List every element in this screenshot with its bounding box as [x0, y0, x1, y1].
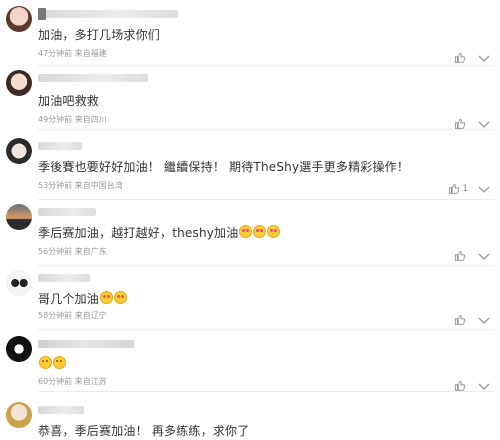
thumbs-up-icon — [454, 380, 465, 391]
comment-meta: 49分钟前 来自四川 — [38, 114, 107, 125]
comment-time: 58分钟前 — [38, 311, 73, 320]
comment-item: 恭喜，季后赛加油！ 再多练练，求你了 — [0, 402, 500, 440]
avatar[interactable] — [6, 138, 32, 164]
comment-meta: 53分钟前 来自中国台湾 — [38, 180, 123, 191]
comment-text-content: 哥几个加油 — [38, 292, 100, 306]
comment-location: 来自中国台湾 — [74, 181, 123, 190]
more-button[interactable] — [478, 310, 490, 329]
smile-emoji-icon — [39, 356, 52, 369]
thumbs-up-icon — [449, 183, 460, 194]
comment-location: 来自四川 — [74, 115, 107, 124]
heart-eyes-emoji-icon — [239, 225, 253, 238]
divider — [38, 129, 494, 130]
comment-text — [38, 356, 66, 371]
comment-actions — [454, 114, 490, 133]
comment-list: 加油，多打几场求你们 47分钟前 来自福建 加油吧救救 49分钟前 来自四川 季… — [0, 0, 500, 440]
comment-item: 哥几个加油 58分钟前 来自辽宁 — [0, 270, 500, 330]
like-button[interactable] — [454, 52, 468, 63]
comment-text: 季後賽也要好好加油！ 繼續保持！ 期待TheShy選手更多精彩操作！ — [38, 160, 410, 174]
heart-eyes-emoji-icon — [267, 225, 281, 238]
comment-text: 恭喜，季后赛加油！ 再多练练，求你了 — [38, 424, 250, 438]
thumbs-up-icon — [454, 250, 465, 261]
avatar[interactable] — [6, 270, 32, 296]
comment-location: 来自江苏 — [74, 377, 107, 386]
comment-location: 来自福建 — [74, 49, 107, 58]
more-button[interactable] — [478, 246, 490, 265]
comment-actions — [454, 376, 490, 395]
like-button[interactable] — [454, 118, 468, 129]
comment-item: 60分钟前 来自江苏 — [0, 336, 500, 392]
username-redacted[interactable] — [38, 8, 178, 20]
like-button[interactable]: 1 — [448, 183, 468, 194]
more-button[interactable] — [478, 114, 490, 133]
more-button[interactable] — [478, 376, 490, 395]
comment-meta: 58分钟前 来自辽宁 — [38, 310, 107, 321]
chevron-down-icon — [478, 383, 490, 390]
divider — [38, 265, 494, 266]
comment-item: 季后赛加油，越打越好，theshy加油 56分钟前 来自广东 — [0, 204, 500, 266]
comment-text: 季后赛加油，越打越好，theshy加油 — [38, 224, 281, 241]
comment-actions — [454, 246, 490, 265]
username-redacted[interactable] — [38, 208, 96, 216]
avatar[interactable] — [6, 70, 32, 96]
avatar[interactable] — [6, 6, 32, 32]
chevron-down-icon — [478, 186, 490, 193]
chevron-down-icon — [478, 121, 490, 128]
avatar[interactable] — [6, 402, 32, 428]
smile-emoji-icon — [53, 356, 66, 369]
comment-time: 56分钟前 — [38, 247, 73, 256]
thumbs-up-icon — [454, 52, 465, 63]
username-redacted[interactable] — [38, 274, 90, 282]
comment-meta: 56分钟前 来自广东 — [38, 246, 107, 257]
comment-meta: 60分钟前 来自江苏 — [38, 376, 107, 387]
like-button[interactable] — [454, 314, 468, 325]
heart-eyes-emoji-icon — [253, 225, 267, 238]
username-redacted[interactable] — [38, 74, 148, 82]
divider — [38, 391, 494, 392]
comment-location: 来自辽宁 — [74, 311, 107, 320]
divider — [38, 65, 494, 66]
chevron-down-icon — [478, 55, 490, 62]
avatar[interactable] — [6, 336, 32, 362]
username-redacted[interactable] — [38, 142, 82, 150]
comment-time: 49分钟前 — [38, 115, 73, 124]
comment-time: 53分钟前 — [38, 181, 73, 190]
avatar[interactable] — [6, 204, 32, 230]
like-count: 1 — [462, 183, 468, 194]
comment-item: 加油吧救救 49分钟前 来自四川 — [0, 70, 500, 130]
comment-item: 加油，多打几场求你们 47分钟前 来自福建 — [0, 6, 500, 66]
like-button[interactable] — [454, 380, 468, 391]
divider — [38, 329, 494, 330]
thumbs-up-icon — [454, 118, 465, 129]
more-button[interactable] — [478, 179, 490, 198]
comment-text-content: 季后赛加油，越打越好，theshy加油 — [38, 226, 239, 240]
like-button[interactable] — [454, 250, 468, 261]
comment-text: 加油，多打几场求你们 — [38, 28, 161, 42]
comment-text: 哥几个加油 — [38, 290, 128, 307]
comment-actions — [454, 310, 490, 329]
chevron-down-icon — [478, 317, 490, 324]
comment-time: 47分钟前 — [38, 49, 73, 58]
comment-meta: 47分钟前 来自福建 — [38, 48, 107, 59]
chevron-down-icon — [478, 253, 490, 260]
comment-text: 加油吧救救 — [38, 94, 100, 108]
comment-item: 季後賽也要好好加油！ 繼續保持！ 期待TheShy選手更多精彩操作！ 53分钟前… — [0, 138, 500, 200]
comment-actions: 1 — [448, 179, 490, 198]
username-redacted[interactable] — [38, 406, 84, 414]
heart-eyes-emoji-icon — [114, 291, 128, 304]
divider — [38, 199, 494, 200]
thumbs-up-icon — [454, 314, 465, 325]
username-redacted[interactable] — [38, 340, 134, 348]
comment-location: 来自广东 — [74, 247, 107, 256]
comment-time: 60分钟前 — [38, 377, 73, 386]
heart-eyes-emoji-icon — [100, 291, 114, 304]
